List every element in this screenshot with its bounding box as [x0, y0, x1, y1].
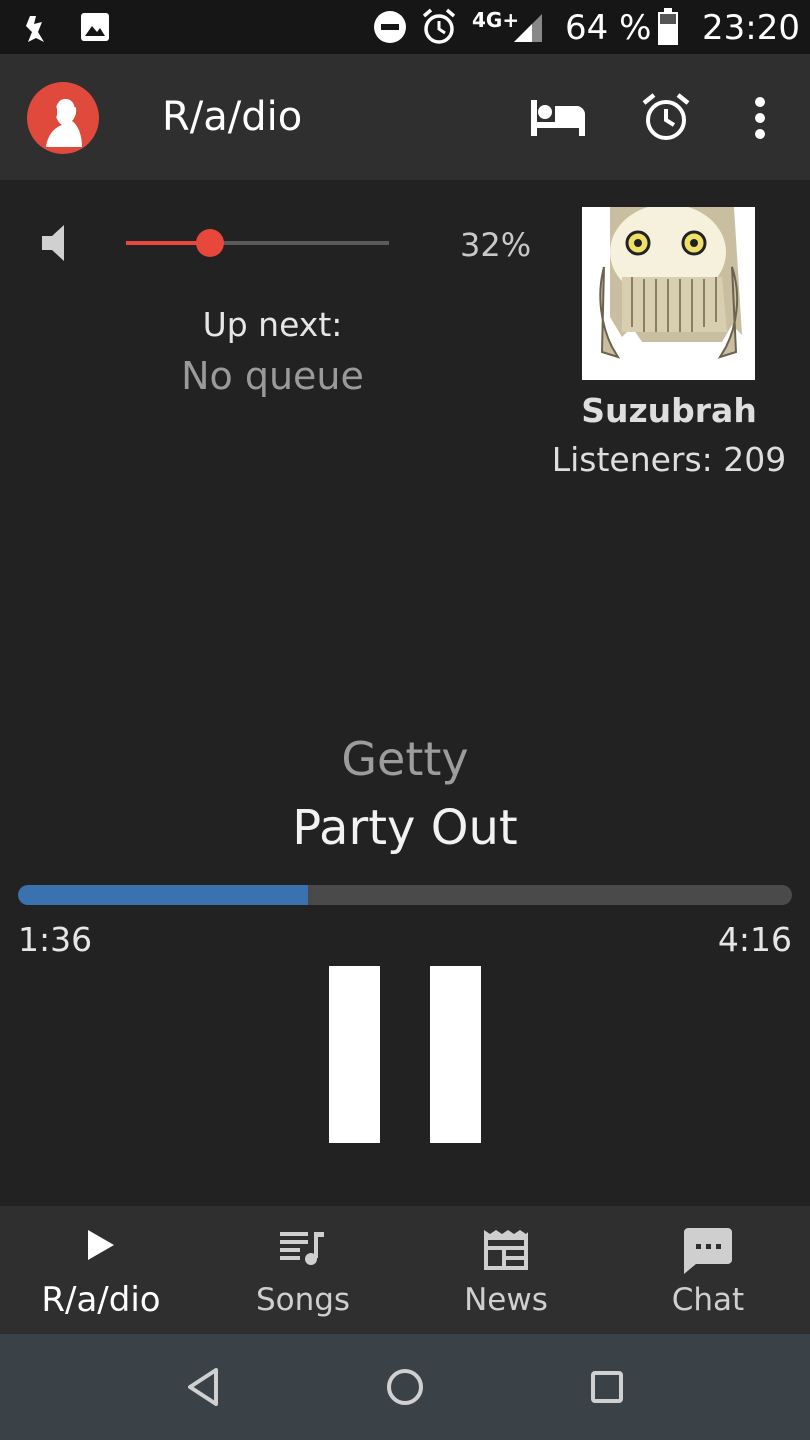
nav-label-chat: Chat	[671, 1282, 745, 1318]
nav-label-songs: Songs	[255, 1282, 351, 1318]
track-progress-fill	[18, 885, 309, 905]
dj-name: Suzubrah	[581, 391, 757, 430]
status-time: 23:20	[702, 8, 800, 48]
speaker-icon[interactable]	[42, 224, 66, 262]
play-icon	[88, 1230, 114, 1260]
playlist-icon	[280, 1232, 324, 1265]
pause-icon-bar-left	[329, 966, 380, 1143]
track-progress-bar	[18, 885, 792, 905]
listener-count: Listeners: 209	[551, 440, 787, 479]
alarm-clock-icon[interactable]	[641, 92, 691, 142]
pause-icon-bar-right	[430, 966, 481, 1143]
recents-icon[interactable]	[582, 1362, 632, 1412]
status-bar: 4G+ 64 % 23:20	[0, 0, 810, 54]
chat-icon	[684, 1228, 732, 1274]
system-navigation-bar	[0, 1334, 810, 1440]
notification-app-icon	[26, 16, 44, 42]
nav-tab-songs[interactable]: Songs	[202, 1206, 404, 1334]
nav-tab-chat[interactable]: Chat	[607, 1206, 809, 1334]
app-title: R/a/dio	[162, 94, 303, 140]
elapsed-time: 1:36	[18, 920, 93, 959]
total-time: 4:16	[717, 920, 792, 959]
track-artist: Getty	[341, 732, 469, 786]
bottom-navigation: R/a/dio Songs News Chat	[0, 1206, 810, 1334]
alarm-icon	[422, 8, 456, 44]
nav-tab-news[interactable]: News	[405, 1206, 607, 1334]
dj-avatar	[582, 207, 755, 380]
do-not-disturb-icon	[374, 11, 406, 43]
app-logo-icon[interactable]	[26, 81, 100, 155]
nav-tab-radio[interactable]: R/a/dio	[0, 1206, 202, 1334]
battery-icon	[658, 8, 678, 45]
more-vert-icon[interactable]	[752, 96, 768, 140]
image-icon	[81, 13, 109, 41]
up-next-label: Up next:	[202, 305, 343, 344]
news-icon	[484, 1230, 528, 1270]
nav-label-radio: R/a/dio	[41, 1280, 161, 1320]
battery-percent: 64 %	[565, 8, 652, 48]
dj-avatar-image	[582, 207, 755, 380]
nav-label-news: News	[464, 1282, 548, 1318]
back-icon[interactable]	[180, 1362, 230, 1412]
volume-percent: 32%	[460, 226, 532, 264]
queue-value: No queue	[181, 354, 364, 398]
volume-thumb[interactable]	[196, 229, 225, 257]
signal-icon	[514, 14, 542, 42]
track-title: Party Out	[292, 800, 518, 856]
pause-button[interactable]	[325, 960, 487, 1150]
volume-slider[interactable]	[126, 229, 389, 257]
home-icon[interactable]	[380, 1362, 430, 1412]
sleep-bed-icon[interactable]	[531, 100, 585, 136]
